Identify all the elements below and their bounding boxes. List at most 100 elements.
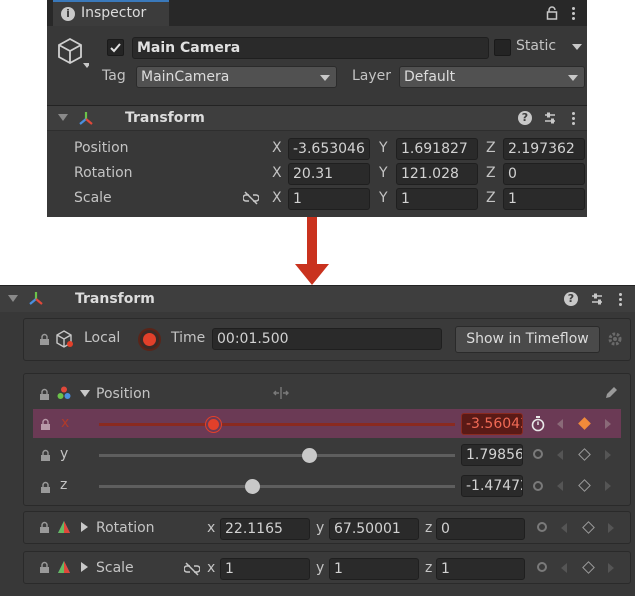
transform-header-bottom[interactable]: Transform ? xyxy=(0,285,635,312)
prev-key-icon[interactable] xyxy=(557,419,563,429)
show-in-timeflow-button[interactable]: Show in Timeflow xyxy=(455,326,600,353)
record-button[interactable] xyxy=(138,328,161,351)
rotation-x-field[interactable]: 20.31 xyxy=(288,163,370,185)
foldout-arrow-icon[interactable] xyxy=(8,295,18,302)
static-dropdown-icon[interactable] xyxy=(572,44,582,50)
axis-y-label: y xyxy=(60,446,69,462)
scale-foldout-icon[interactable] xyxy=(81,562,88,572)
rotation-y-field[interactable]: 67.50001 xyxy=(329,518,419,540)
help-icon[interactable]: ? xyxy=(518,111,532,125)
tab-inspector[interactable]: i Inspector xyxy=(53,0,169,26)
component-menu-icon[interactable] xyxy=(572,110,575,127)
scale-axes-icon xyxy=(57,560,71,578)
presets-icon[interactable] xyxy=(590,292,604,310)
chevron-down-icon xyxy=(320,75,330,81)
local-space-icon[interactable] xyxy=(55,329,75,353)
next-key-icon[interactable] xyxy=(605,419,611,429)
slider-y[interactable] xyxy=(99,448,455,463)
settings-gear-icon[interactable] xyxy=(607,331,623,351)
layer-dropdown[interactable]: Default xyxy=(399,66,585,88)
help-icon[interactable]: ? xyxy=(564,292,578,306)
tab-label: Inspector xyxy=(81,5,147,21)
object-name-field[interactable]: Main Camera xyxy=(132,37,489,59)
prev-key-icon[interactable] xyxy=(561,523,567,533)
axis-x: x xyxy=(207,560,216,576)
active-checkbox[interactable] xyxy=(107,39,124,56)
time-field[interactable]: 00:01.500 xyxy=(212,328,442,350)
local-label: Local xyxy=(84,330,121,346)
scale-label: Scale xyxy=(96,560,134,576)
rotation-z-field[interactable]: 0 xyxy=(436,518,525,540)
record-dot-icon[interactable] xyxy=(537,562,547,572)
scale-z-field[interactable]: 1 xyxy=(503,188,585,210)
split-axes-icon[interactable] xyxy=(273,386,289,404)
lock-icon[interactable] xyxy=(40,418,51,435)
position-y-field[interactable]: 1.691827 xyxy=(396,138,478,160)
static-checkbox[interactable] xyxy=(494,39,511,56)
lock-icon[interactable] xyxy=(39,521,50,538)
scale-y-field[interactable]: 1 xyxy=(329,558,419,580)
next-key-icon[interactable] xyxy=(605,481,611,491)
record-dot-icon[interactable] xyxy=(533,481,543,491)
slider-y-knob[interactable] xyxy=(302,448,318,463)
transform-axes-icon xyxy=(27,290,45,312)
slider-z[interactable] xyxy=(99,479,455,494)
time-label: Time xyxy=(171,330,206,346)
lock-icon[interactable] xyxy=(546,6,558,20)
record-dot-icon[interactable] xyxy=(537,522,547,532)
axis-z: z xyxy=(425,560,433,576)
slider-x[interactable] xyxy=(99,417,455,432)
tag-value: MainCamera xyxy=(141,69,230,85)
position-z-field[interactable]: 2.197362 xyxy=(503,138,585,160)
rotation-z-field[interactable]: 0 xyxy=(503,163,585,185)
axis-y: y xyxy=(316,520,325,536)
transform-header[interactable]: Transform ? xyxy=(47,105,587,131)
position-y-value-field[interactable]: 1.798562 xyxy=(461,444,523,466)
lock-icon[interactable] xyxy=(39,561,50,578)
lock-icon[interactable] xyxy=(39,333,50,350)
axis-x-label: x xyxy=(61,415,70,431)
slider-x-knob[interactable] xyxy=(205,417,221,432)
stopwatch-icon[interactable] xyxy=(531,416,545,436)
constrain-proportions-icon[interactable] xyxy=(242,191,260,209)
scale-z-field[interactable]: 1 xyxy=(436,558,525,580)
axis-y: Y xyxy=(379,165,388,181)
lock-icon[interactable] xyxy=(40,481,51,498)
tag-dropdown[interactable]: MainCamera xyxy=(136,66,337,88)
position-x-value-field[interactable]: -3.56043 xyxy=(461,413,523,435)
lock-icon[interactable] xyxy=(39,388,50,405)
axis-x: X xyxy=(272,165,282,181)
foldout-arrow-icon[interactable] xyxy=(58,114,68,121)
scale-label: Scale xyxy=(74,190,112,206)
info-icon: i xyxy=(61,7,75,21)
axis-z: z xyxy=(425,520,433,536)
next-key-icon[interactable] xyxy=(608,563,614,573)
presets-icon[interactable] xyxy=(543,111,557,129)
position-z-value-field[interactable]: -1.47472 xyxy=(461,475,523,497)
next-key-icon[interactable] xyxy=(605,450,611,460)
component-title: Transform xyxy=(125,110,205,126)
constrain-proportions-icon[interactable] xyxy=(183,562,201,580)
top-inspector-panel: i Inspector Main Camera Static Tag MainC… xyxy=(47,0,587,217)
rotation-x-field[interactable]: 22.1165 xyxy=(220,518,310,540)
component-menu-icon[interactable] xyxy=(619,291,622,308)
pencil-icon[interactable] xyxy=(603,385,619,405)
scale-y-field[interactable]: 1 xyxy=(396,188,478,210)
position-x-field[interactable]: -3.653046 xyxy=(288,138,370,160)
record-dot-icon[interactable] xyxy=(533,449,543,459)
prev-key-icon[interactable] xyxy=(557,481,563,491)
prev-key-icon[interactable] xyxy=(561,563,567,573)
scale-x-field[interactable]: 1 xyxy=(220,558,310,580)
position-foldout-icon[interactable] xyxy=(80,390,90,397)
prev-key-icon[interactable] xyxy=(557,450,563,460)
axis-z: Z xyxy=(486,190,496,206)
menu-dots-icon[interactable] xyxy=(572,5,575,22)
chevron-down-icon xyxy=(568,75,578,81)
scale-x-field[interactable]: 1 xyxy=(288,188,370,210)
slider-z-knob[interactable] xyxy=(245,479,261,494)
rotation-foldout-icon[interactable] xyxy=(81,522,88,532)
axis-z: Z xyxy=(486,140,496,156)
next-key-icon[interactable] xyxy=(608,523,614,533)
rotation-y-field[interactable]: 121.028 xyxy=(396,163,478,185)
lock-icon[interactable] xyxy=(40,449,51,466)
